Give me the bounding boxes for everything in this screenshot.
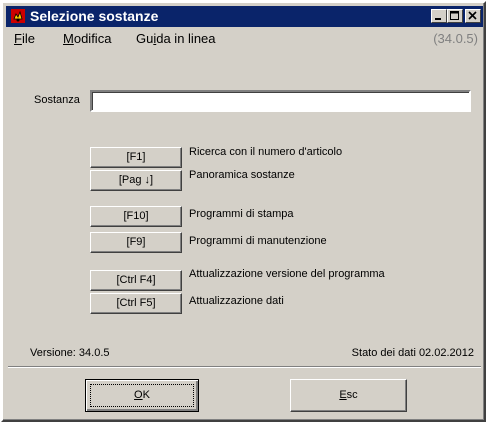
separator: [8, 366, 481, 368]
esc-button[interactable]: Esc: [290, 379, 407, 412]
ok-button[interactable]: OK: [85, 379, 199, 412]
menu-file[interactable]: File: [14, 31, 35, 47]
dialog-window: Selezione sostanze File Modifica Guida i…: [1, 1, 486, 422]
minimize-button[interactable]: [431, 9, 447, 23]
minimize-icon: [435, 18, 441, 20]
version-status: Versione: 34.0.5: [30, 347, 110, 359]
f1-label: Ricerca con il numero d'articolo: [189, 146, 343, 158]
esc-label: Esc: [339, 389, 358, 401]
app-icon: [11, 9, 25, 23]
f9-label: Programmi di manutenzione: [189, 235, 327, 247]
f10-button[interactable]: [F10]: [90, 206, 182, 227]
close-button[interactable]: [465, 9, 481, 23]
ctrl-f5-label: Attualizzazione dati: [189, 295, 284, 307]
maximize-icon: [450, 11, 459, 20]
maximize-button[interactable]: [447, 9, 463, 23]
menu-guida[interactable]: Guida in linea: [136, 31, 216, 47]
f10-label: Programmi di stampa: [189, 208, 294, 220]
pagedown-button[interactable]: [Pag ↓]: [90, 170, 182, 191]
ctrl-f4-button[interactable]: [Ctrl F4]: [90, 270, 182, 291]
menu-bar: File Modifica Guida in linea: [6, 29, 483, 49]
close-icon: [468, 11, 477, 20]
ctrl-f5-button[interactable]: [Ctrl F5]: [90, 293, 182, 314]
sostanza-input[interactable]: [90, 90, 471, 112]
title-bar[interactable]: Selezione sostanze: [6, 6, 483, 27]
ctrl-f4-label: Attualizzazione versione del programma: [189, 268, 385, 280]
f1-button[interactable]: [F1]: [90, 147, 182, 168]
window-title: Selezione sostanze: [30, 8, 159, 24]
menu-modifica[interactable]: Modifica: [63, 31, 111, 47]
f9-button[interactable]: [F9]: [90, 232, 182, 253]
pagedown-label: Panoramica sostanze: [189, 169, 295, 181]
version-header: (34.0.5): [433, 31, 478, 46]
data-status: Stato dei dati 02.02.2012: [351, 347, 474, 359]
focus-rect: [90, 384, 194, 407]
sostanza-label: Sostanza: [34, 94, 80, 106]
